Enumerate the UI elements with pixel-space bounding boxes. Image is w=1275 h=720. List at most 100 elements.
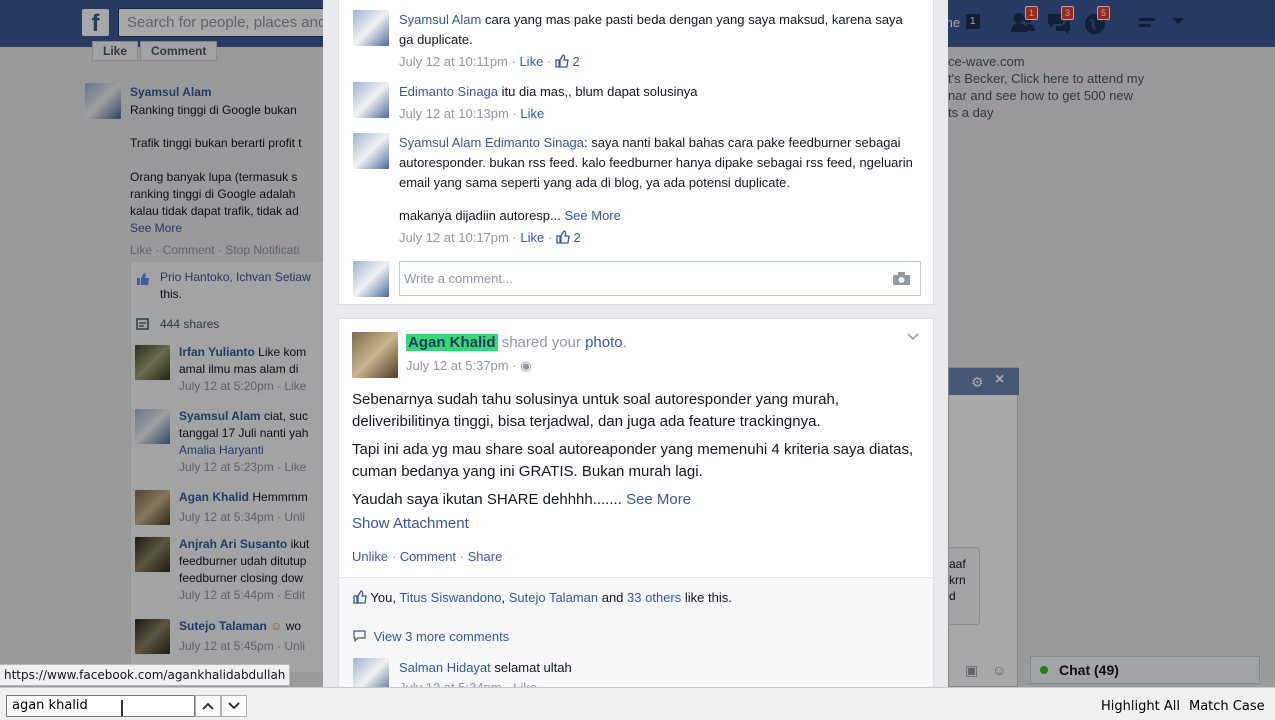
- comment-meta[interactable]: July 12 at 5:23pm · Like: [179, 460, 325, 474]
- see-more-link[interactable]: See More: [565, 208, 621, 223]
- post-paragraph: Trafik tinggi bukan berarti profit t: [130, 136, 302, 150]
- likes-names[interactable]: Prio Hantoko, Ichvan Setiaw: [160, 270, 325, 284]
- comment-meta[interactable]: July 12 at 5:34pm · Like: [399, 678, 919, 687]
- avatar[interactable]: [135, 409, 170, 444]
- post-paragraph-line: ranking tinggi di Google adalah: [130, 187, 296, 201]
- avatar[interactable]: [135, 619, 170, 654]
- friend-requests-icon[interactable]: 1: [1010, 6, 1039, 38]
- comment-like-link[interactable]: Like: [520, 106, 544, 121]
- messages-icon[interactable]: 3: [1046, 6, 1075, 38]
- comment-author[interactable]: Sutejo Talaman: [179, 619, 267, 633]
- match-case-toggle[interactable]: Match Case: [1189, 699, 1265, 714]
- notifications-badge: 5: [1097, 6, 1111, 20]
- comments-card: Syamsul Alam cara yang mas pake pasti be…: [338, 0, 934, 305]
- see-more-link[interactable]: See More: [130, 220, 325, 237]
- comment-meta[interactable]: July 12 at 5:20pm · Like: [179, 379, 325, 393]
- notifications-globe-icon[interactable]: 5: [1082, 6, 1111, 38]
- close-icon[interactable]: ×: [995, 371, 1004, 389]
- liker-link[interactable]: Titus Siswandono: [399, 590, 501, 605]
- comment-like-link[interactable]: Like: [520, 230, 544, 245]
- likes-summary: You, Titus Siswandono, Sutejo Talaman an…: [353, 590, 732, 605]
- comment-time[interactable]: July 12 at 10:11pm: [399, 54, 508, 69]
- comment-text-line: feedburner closing dow: [179, 571, 304, 585]
- avatar[interactable]: [353, 10, 389, 46]
- privacy-shortcuts-icon[interactable]: [1138, 16, 1156, 30]
- avatar[interactable]: [135, 345, 170, 380]
- comment-author[interactable]: Syamsul Alam: [179, 409, 261, 423]
- post-paragraph-line: Orang banyak lupa (termasuk s: [130, 170, 298, 184]
- chevron-down-icon: [228, 702, 240, 710]
- comment-author[interactable]: Anjrah Ari Susanto: [179, 537, 287, 551]
- unlike-link[interactable]: Unlike: [352, 549, 388, 564]
- ad-text-line: t's Becker, Click here to attend my: [948, 71, 1145, 86]
- gear-icon[interactable]: ⚙: [971, 374, 984, 391]
- post-author[interactable]: Syamsul Alam: [130, 85, 212, 99]
- globe-icon: ◉: [520, 358, 532, 373]
- avatar[interactable]: [135, 537, 170, 572]
- chevron-up-icon: [202, 702, 214, 710]
- chat-message-bubble: aaf krn d: [948, 547, 980, 625]
- comment-mention[interactable]: Amalia Haryanti: [179, 443, 325, 457]
- shares-count[interactable]: 444 shares: [136, 317, 219, 331]
- post-author-highlighted[interactable]: Agan Khalid: [406, 334, 498, 351]
- post-time-link[interactable]: July 12 at 5:37pm: [406, 358, 509, 373]
- comment-author[interactable]: Syamsul Alam: [399, 135, 481, 150]
- post-meta-actions[interactable]: Like · Comment · Stop Notificati: [130, 243, 325, 257]
- write-comment-placeholder: Write a comment...: [404, 271, 513, 286]
- avatar[interactable]: [353, 133, 389, 169]
- comment-time[interactable]: July 12 at 10:13pm: [399, 106, 509, 121]
- chevron-down-icon[interactable]: [907, 333, 919, 341]
- chat-label: Chat (49): [1059, 662, 1119, 678]
- camera-icon[interactable]: ▣: [965, 662, 978, 678]
- avatar: [353, 261, 389, 297]
- highlight-all-toggle[interactable]: Highlight All: [1101, 699, 1180, 714]
- post-paragraph: Tapi ini ada yg mau share soal autoreapo…: [352, 441, 914, 480]
- comment-like-count[interactable]: 2: [573, 230, 580, 245]
- comment-meta[interactable]: July 12 at 5:34pm · Unli: [179, 510, 325, 524]
- likes-tail: like this.: [684, 590, 732, 605]
- search-input[interactable]: Search for people, places and things: [118, 8, 358, 37]
- find-previous-button[interactable]: [195, 695, 221, 717]
- avatar[interactable]: [135, 490, 170, 525]
- sponsored-ad[interactable]: ce-wave.com t's Becker, Click here to at…: [948, 53, 1178, 121]
- likes-you: You,: [370, 590, 396, 605]
- view-more-comments-link[interactable]: View 3 more comments: [353, 629, 509, 644]
- comment-meta[interactable]: July 12 at 5:44pm · Edit: [179, 588, 325, 602]
- chat-sidebar-bar[interactable]: Chat (49): [1030, 656, 1260, 684]
- find-next-button[interactable]: [221, 695, 247, 717]
- show-attachment-link[interactable]: Show Attachment: [352, 513, 922, 535]
- share-link[interactable]: Share: [468, 549, 503, 564]
- comment-author[interactable]: Salman Hidayat: [399, 660, 491, 675]
- avatar[interactable]: [353, 82, 389, 118]
- write-comment-input[interactable]: Write a comment...: [399, 261, 921, 296]
- avatar[interactable]: [353, 658, 389, 687]
- others-link[interactable]: 33 others: [627, 590, 681, 605]
- avatar[interactable]: [85, 83, 121, 119]
- liker-link[interactable]: Sutejo Talaman: [509, 590, 598, 605]
- comment-like-count[interactable]: 2: [573, 54, 580, 69]
- comment-author[interactable]: Irfan Yulianto: [179, 345, 255, 359]
- like-button[interactable]: Like: [92, 41, 139, 61]
- ufi-area: You, Titus Siswandono, Sutejo Talaman an…: [339, 577, 933, 687]
- camera-icon[interactable]: [893, 272, 910, 285]
- comment-author[interactable]: Edimanto Sinaga: [399, 84, 498, 99]
- comment-time[interactable]: July 12 at 10:17pm: [399, 230, 509, 245]
- avatar[interactable]: [352, 332, 398, 378]
- comment-author[interactable]: Agan Khalid: [179, 490, 249, 504]
- comment-text: Hemmmm: [252, 490, 308, 504]
- comment-meta[interactable]: July 12 at 5:45pm · Unli: [179, 639, 325, 653]
- online-status-icon: [1040, 666, 1048, 674]
- see-more-link[interactable]: See More: [626, 491, 691, 508]
- comment-mention[interactable]: Edimanto Sinaga: [485, 135, 584, 150]
- comment-author[interactable]: Syamsul Alam: [399, 12, 481, 27]
- find-input[interactable]: agan khalid: [6, 695, 195, 717]
- chat-window-header[interactable]: ⚙ ×: [949, 368, 1019, 395]
- account-menu-chevron-down-icon[interactable]: [1172, 18, 1184, 24]
- comment-like-link[interactable]: Like: [519, 54, 543, 69]
- comment-button[interactable]: Comment: [140, 41, 218, 61]
- comment-link[interactable]: Comment: [400, 549, 456, 564]
- photo-link[interactable]: photo: [585, 334, 623, 351]
- facebook-logo[interactable]: f: [82, 9, 109, 37]
- emoticon-icon[interactable]: ☺: [992, 662, 1006, 678]
- post-action-links: Unlike · Comment · Share: [352, 549, 503, 564]
